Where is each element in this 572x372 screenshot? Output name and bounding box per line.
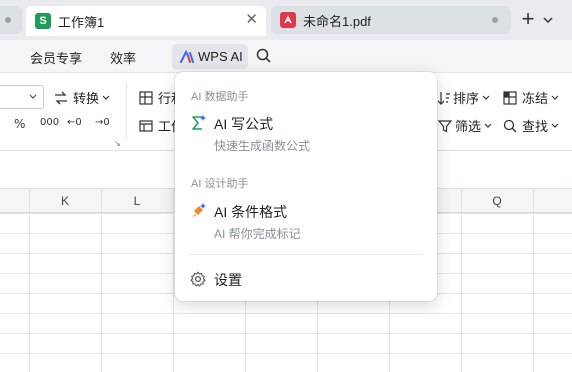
chevron-down-icon bbox=[482, 95, 490, 100]
freeze-button[interactable]: 冻结 bbox=[502, 88, 559, 107]
convert-icon bbox=[55, 91, 67, 104]
tab-title: 未命名1.pdf bbox=[303, 13, 371, 29]
worksheet-icon bbox=[139, 119, 153, 132]
filter-button[interactable]: 筛选 bbox=[437, 116, 492, 135]
unsaved-dot-icon bbox=[492, 17, 498, 23]
paint-brush-icon bbox=[192, 203, 206, 218]
freeze-icon bbox=[503, 90, 517, 105]
ai-write-formula-item[interactable]: AI 写公式 快速生成函数公式 bbox=[175, 112, 437, 156]
column-divider bbox=[533, 189, 534, 372]
column-divider bbox=[461, 189, 462, 372]
column-divider bbox=[101, 189, 102, 372]
wps-ai-icon bbox=[180, 49, 194, 63]
find-button[interactable]: 查找 bbox=[502, 116, 559, 135]
percent-format-button[interactable]: % bbox=[14, 117, 25, 131]
ai-conditional-format-title: AI 条件格式 bbox=[214, 204, 288, 220]
ai-write-formula-title: AI 写公式 bbox=[214, 116, 274, 132]
tab-pdf[interactable]: 未命名1.pdf bbox=[271, 6, 511, 34]
sort-icon bbox=[437, 91, 450, 105]
format-select[interactable] bbox=[0, 85, 44, 109]
search-icon[interactable] bbox=[255, 47, 273, 65]
chevron-down-icon bbox=[551, 123, 559, 128]
new-tab-plus-icon[interactable]: + bbox=[518, 8, 538, 31]
menu-member[interactable]: 会员专享 bbox=[30, 48, 82, 67]
freeze-label: 冻结 bbox=[522, 91, 549, 106]
chevron-down-icon[interactable] bbox=[541, 13, 555, 27]
column-header-l[interactable]: L bbox=[127, 194, 147, 208]
chevron-down-icon bbox=[551, 95, 559, 100]
section-ai-design-assistant: AI 设计助手 bbox=[191, 178, 249, 190]
tab-bar: S 工作簿1 ✕ 未命名1.pdf + bbox=[0, 0, 572, 40]
wps-ai-label: WPS AI bbox=[198, 49, 243, 64]
tab-stub[interactable] bbox=[0, 6, 22, 34]
chevron-down-icon bbox=[29, 94, 37, 99]
chevron-down-icon bbox=[484, 123, 492, 128]
sort-label: 排序 bbox=[453, 91, 480, 106]
chevron-down-icon bbox=[102, 95, 110, 100]
wps-ai-dropdown: AI 数据助手 AI 写公式 快速生成函数公式 AI 设计助手 AI 条件格式 … bbox=[175, 72, 437, 301]
decrease-decimal-button[interactable]: →0 bbox=[95, 117, 110, 128]
pdf-icon bbox=[280, 12, 296, 28]
row-col-icon bbox=[139, 90, 153, 105]
convert-label: 转换 bbox=[73, 91, 100, 106]
tab-dot-icon bbox=[5, 17, 11, 23]
column-header-k[interactable]: K bbox=[55, 194, 75, 208]
spreadsheet-icon: S bbox=[35, 13, 51, 29]
dialog-launcher-icon[interactable]: ↘ bbox=[114, 139, 121, 148]
find-label: 查找 bbox=[522, 119, 549, 134]
menu-efficiency[interactable]: 效率 bbox=[110, 48, 136, 67]
section-ai-data-assistant: AI 数据助手 bbox=[191, 91, 249, 103]
tab-workbook[interactable]: S 工作簿1 ✕ bbox=[26, 6, 266, 36]
convert-button[interactable]: 转换 bbox=[53, 88, 110, 107]
wps-ai-button[interactable]: WPS AI bbox=[172, 44, 248, 69]
divider bbox=[126, 83, 127, 139]
ai-conditional-format-subtitle: AI 帮你完成标记 bbox=[214, 227, 301, 241]
divider bbox=[189, 254, 423, 255]
tab-title: 工作簿1 bbox=[58, 14, 105, 30]
column-header-q[interactable]: Q bbox=[487, 194, 507, 208]
search-icon bbox=[503, 119, 517, 132]
increase-decimal-button[interactable]: ←0 bbox=[67, 117, 82, 128]
ai-write-formula-subtitle: 快速生成函数公式 bbox=[214, 139, 311, 153]
column-divider bbox=[173, 189, 174, 372]
formula-sigma-icon bbox=[192, 115, 206, 130]
close-icon[interactable]: ✕ bbox=[245, 12, 258, 28]
ai-conditional-format-item[interactable]: AI 条件格式 AI 帮你完成标记 bbox=[175, 200, 437, 244]
thousands-format-button[interactable]: 000 bbox=[40, 117, 59, 128]
column-divider bbox=[29, 189, 30, 372]
filter-icon bbox=[437, 119, 453, 132]
settings-label: 设置 bbox=[214, 272, 242, 288]
menu-bar: 会员专享 效率 WPS AI bbox=[0, 40, 572, 73]
settings-item[interactable]: 设置 bbox=[175, 270, 437, 292]
gear-icon bbox=[190, 271, 206, 287]
sort-button[interactable]: 排序 bbox=[437, 88, 490, 107]
filter-label: 筛选 bbox=[455, 119, 482, 134]
